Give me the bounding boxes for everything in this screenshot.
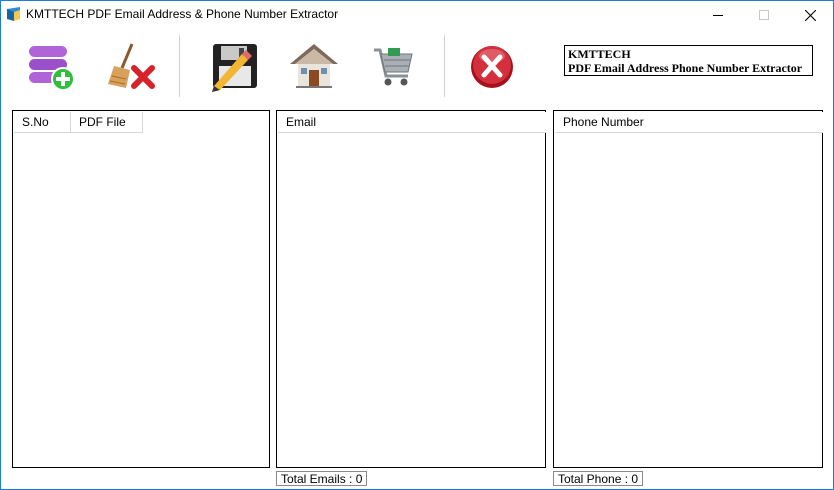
home-button[interactable] <box>284 37 344 95</box>
phone-list[interactable]: Phone Number <box>553 110 823 468</box>
column-header-pdf-file[interactable]: PDF File <box>71 112 143 132</box>
app-window: KMTTECH PDF Email Address & Phone Number… <box>0 0 834 490</box>
close-icon <box>804 9 816 21</box>
total-phone-label: Total Phone : 0 <box>553 471 644 486</box>
database-add-icon <box>29 46 75 91</box>
red-x-exit-icon <box>471 46 513 88</box>
window-title: KMTTECH PDF Email Address & Phone Number… <box>26 7 339 21</box>
column-header-sno[interactable]: S.No <box>14 112 71 132</box>
clear-button[interactable] <box>102 37 162 95</box>
brand-label: KMTTECH PDF Email Address Phone Number E… <box>564 45 813 76</box>
pdf-list-header: S.No PDF File <box>14 112 143 133</box>
toolbar-separator <box>444 35 446 97</box>
column-header-phone-number[interactable]: Phone Number <box>555 112 823 132</box>
buy-button[interactable] <box>364 37 424 95</box>
maximize-button[interactable] <box>741 1 787 29</box>
save-button[interactable] <box>204 37 264 95</box>
email-list[interactable]: Email <box>276 110 546 468</box>
floppy-save-icon <box>212 44 257 92</box>
close-button[interactable] <box>787 1 833 29</box>
maximize-icon <box>759 10 769 20</box>
phone-list-header: Phone Number <box>555 112 823 133</box>
column-header-email[interactable]: Email <box>278 112 546 132</box>
add-pdf-button[interactable] <box>21 37 81 95</box>
brand-subtitle: PDF Email Address Phone Number Extractor <box>568 61 803 75</box>
pdf-file-list[interactable]: S.No PDF File <box>12 110 270 468</box>
app-icon <box>6 7 22 21</box>
title-bar[interactable]: KMTTECH PDF Email Address & Phone Number… <box>1 1 833 29</box>
shopping-cart-icon <box>374 48 413 86</box>
toolbar: KMTTECH PDF Email Address Phone Number E… <box>1 31 833 101</box>
exit-button[interactable] <box>462 37 522 95</box>
brand-title: KMTTECH <box>568 47 631 61</box>
email-list-header: Email <box>278 112 546 133</box>
house-icon <box>290 44 338 88</box>
total-emails-label: Total Emails : 0 <box>276 471 368 486</box>
minimize-icon <box>713 15 723 16</box>
minimize-button[interactable] <box>695 1 741 29</box>
broom-clear-icon <box>108 43 155 89</box>
toolbar-separator <box>179 35 181 97</box>
